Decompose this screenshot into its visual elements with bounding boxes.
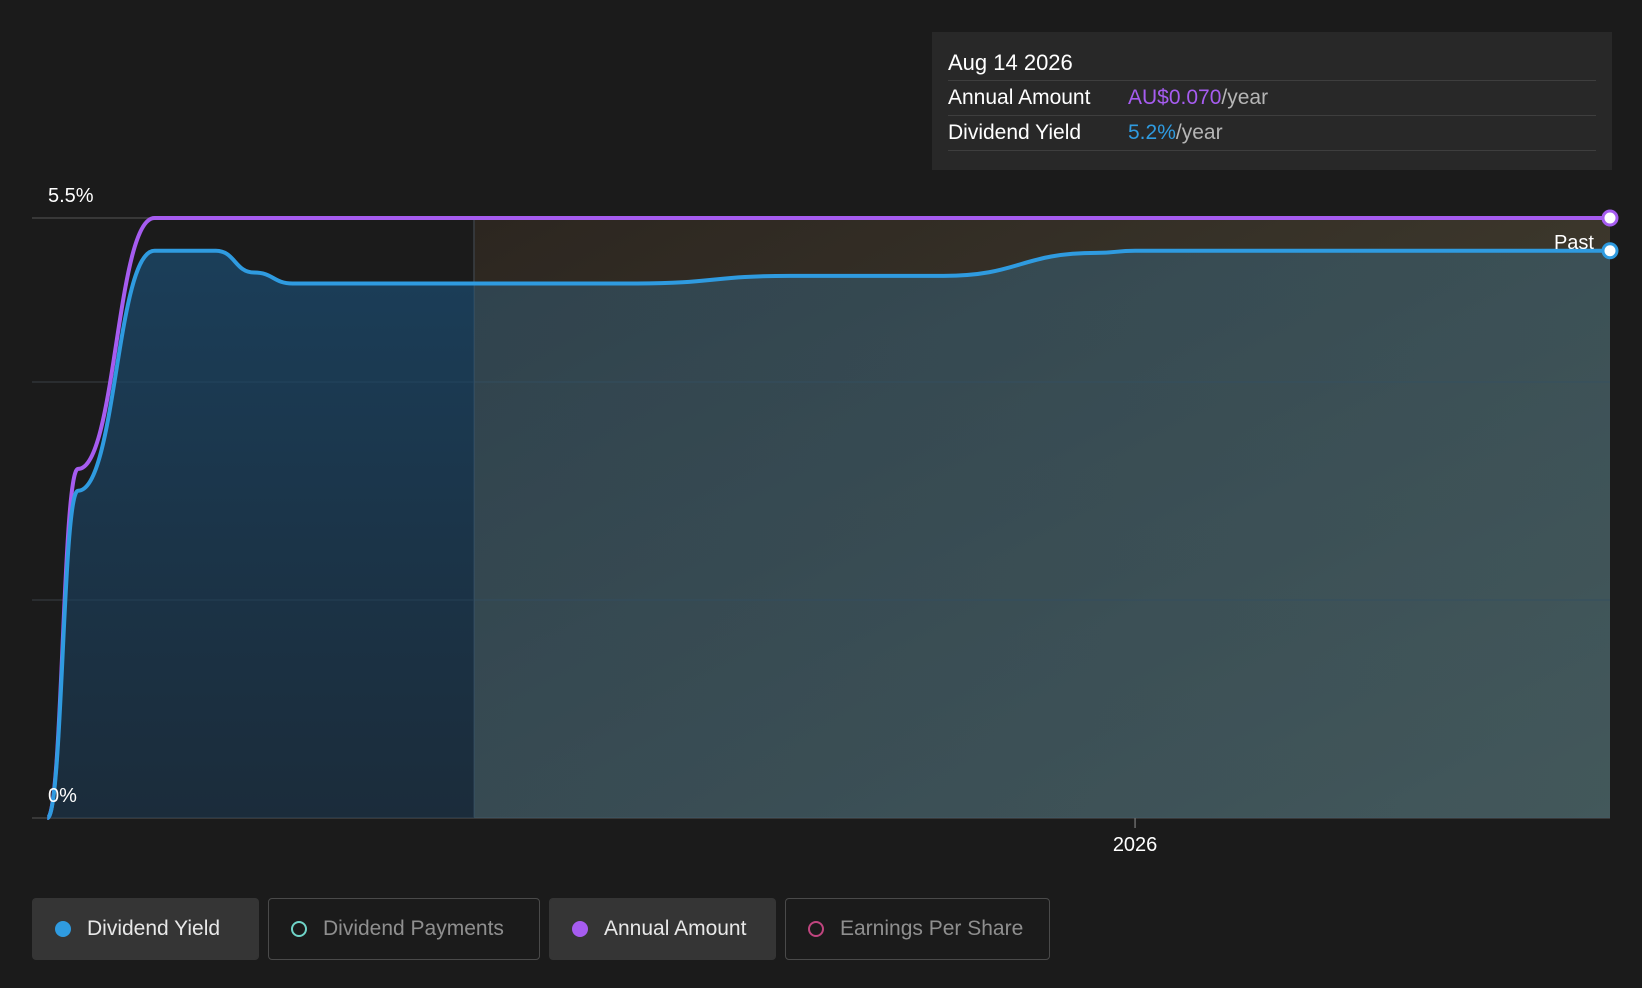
legend-annual-amount[interactable]: Annual Amount xyxy=(549,898,776,960)
annual-amount-end-point[interactable] xyxy=(1601,209,1619,227)
annual-amount-value: AU$0.070 xyxy=(1128,86,1222,109)
chart-tooltip: Aug 14 2026 Annual Amount AU$0.070/year … xyxy=(932,32,1612,170)
unit: /year xyxy=(1175,121,1223,144)
chart-legend: Dividend Yield Dividend Payments Annual … xyxy=(32,898,1050,960)
unit: /year xyxy=(1221,86,1269,109)
tooltip-date: Aug 14 2026 xyxy=(948,46,1596,81)
y-tick-label: 5.5% xyxy=(48,185,94,207)
dividend-yield-end-point[interactable] xyxy=(1601,242,1619,260)
x-tick-label: 2026 xyxy=(1113,834,1158,856)
tooltip-row-dividend-yield: Dividend Yield 5.2%/year xyxy=(948,116,1596,151)
legend-dividend-yield[interactable]: Dividend Yield xyxy=(32,898,259,960)
tooltip-value: AU$0.070/year xyxy=(1128,86,1268,110)
legend-label: Dividend Payments xyxy=(323,917,504,940)
earnings-per-share-dot-icon xyxy=(808,921,824,937)
y-tick-label: 0% xyxy=(48,785,77,807)
legend-label: Earnings Per Share xyxy=(840,917,1024,940)
legend-label: Annual Amount xyxy=(604,917,747,940)
yield-area xyxy=(47,250,1610,818)
tooltip-label: Dividend Yield xyxy=(948,121,1082,144)
dividend-payments-dot-icon xyxy=(291,921,307,937)
legend-dividend-payments[interactable]: Dividend Payments xyxy=(268,898,540,960)
annual-amount-dot-icon xyxy=(572,921,588,937)
dividend-yield-value: 5.2% xyxy=(1128,121,1176,144)
tooltip-value: 5.2%/year xyxy=(1128,121,1223,145)
tooltip-label: Annual Amount xyxy=(948,86,1091,109)
past-label: Past xyxy=(1554,232,1594,254)
dividend-yield-dot-icon xyxy=(55,921,71,937)
legend-earnings-per-share[interactable]: Earnings Per Share xyxy=(785,898,1050,960)
tooltip-row-annual-amount: Annual Amount AU$0.070/year xyxy=(948,81,1596,116)
legend-label: Dividend Yield xyxy=(87,917,221,940)
